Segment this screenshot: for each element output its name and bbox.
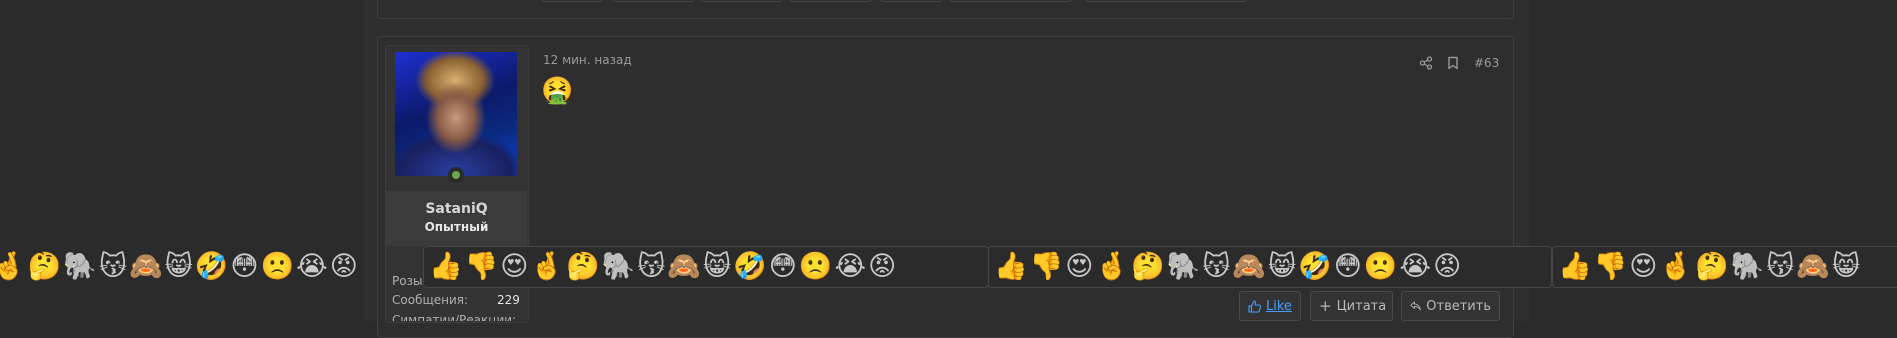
avatar[interactable] xyxy=(395,52,517,176)
user-name-panel xyxy=(386,191,527,246)
reaction-list[interactable]: 👍👎😍🤞🤔🐘😽🙈😸🤣😳🙁😭😡 xyxy=(988,246,1552,288)
reply-label: Ответить xyxy=(1426,298,1491,314)
previous-post-button[interactable] xyxy=(1085,0,1247,2)
previous-post-footer xyxy=(377,0,1514,19)
post-number-link[interactable]: #63 xyxy=(1474,56,1499,70)
thumbs-up-icon xyxy=(1248,299,1261,313)
previous-post-button[interactable] xyxy=(790,0,872,2)
reaction-list[interactable]: 🤞🤔🐘😽🙈😸🤣😳🙁😭😡 xyxy=(0,245,360,289)
stat-label-partial: Симпатии/Реакции: xyxy=(392,313,517,321)
username[interactable]: SataniQ xyxy=(386,201,527,217)
messages-value: 229 xyxy=(497,293,520,307)
reaction-picker-strip: 🤞🤔🐘😽🙈😸🤣😳🙁😭😡 👍👎😍🤞🤔🐘😽🙈😸🤣😳🙁😭😡 👍👎😍🤞🤔🐘😽🙈😸🤣😳🙁😭… xyxy=(0,245,1897,289)
quote-button[interactable]: + Цитата xyxy=(1310,291,1393,321)
post-timestamp[interactable]: 12 мин. назад xyxy=(543,53,632,67)
reply-arrow-icon xyxy=(1410,301,1421,311)
messages-label: Сообщения: xyxy=(392,293,469,307)
like-button[interactable]: Like xyxy=(1239,291,1301,321)
reaction-list[interactable]: 👍👎😍🤞🤔🐘😽🙈😸 xyxy=(1552,246,1897,288)
previous-post-button[interactable] xyxy=(880,0,942,2)
previous-post-button[interactable] xyxy=(612,0,694,2)
reaction-list[interactable]: 👍👎😍🤞🤔🐘😽🙈😸🤣😳🙁😭😡 xyxy=(423,246,989,288)
previous-post-button[interactable] xyxy=(700,0,782,2)
post-content-emoji: 🤮 xyxy=(541,76,574,106)
quote-label: Цитата xyxy=(1336,298,1387,314)
user-title: Опытный xyxy=(424,220,489,234)
like-label: Like xyxy=(1266,298,1292,314)
online-status-icon xyxy=(448,167,464,183)
previous-post-button[interactable] xyxy=(950,0,1072,2)
share-icon[interactable] xyxy=(1419,56,1433,70)
plus-icon: + xyxy=(1319,297,1332,315)
previous-post-button[interactable] xyxy=(541,0,603,2)
reply-button[interactable]: Ответить xyxy=(1401,291,1500,321)
bookmark-icon[interactable] xyxy=(1446,56,1460,70)
